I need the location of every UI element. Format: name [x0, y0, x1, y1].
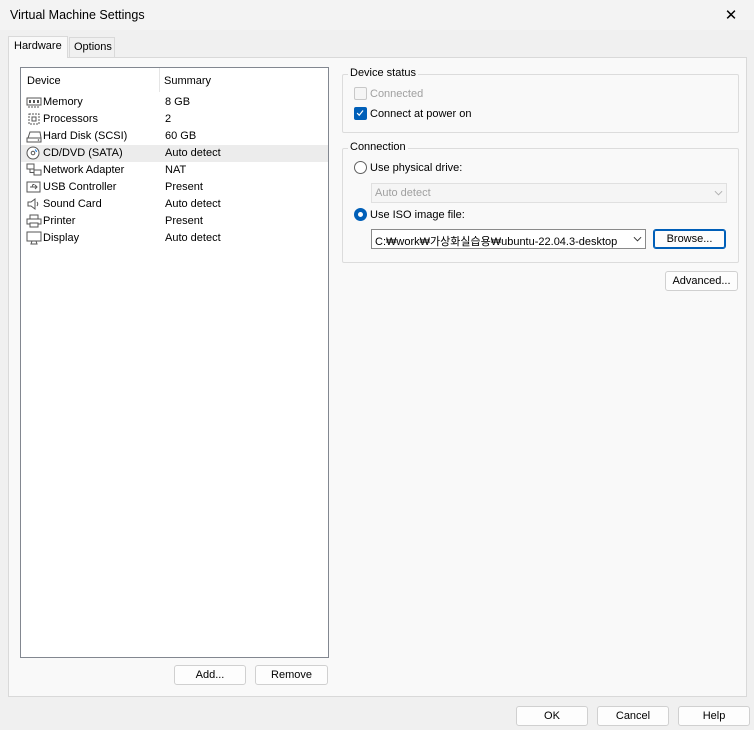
physical-drive-select[interactable]: Auto detect	[371, 183, 727, 203]
speaker-icon	[27, 198, 39, 210]
physical-drive-value: Auto detect	[375, 187, 431, 199]
device-row-printer[interactable]: Printer Present	[21, 213, 328, 230]
device-name: Network Adapter	[43, 164, 125, 176]
device-name: CD/DVD (SATA)	[43, 147, 123, 159]
iso-path-value: C:₩work₩가상화실습용₩ubuntu-22.04.3-desktop	[375, 236, 618, 248]
list-header: Device Summary	[21, 68, 328, 92]
device-summary: Auto detect	[165, 147, 221, 159]
device-row-cd-dvd[interactable]: CD/DVD (SATA) Auto detect	[21, 145, 328, 162]
device-name: Hard Disk (SCSI)	[43, 130, 128, 142]
tab-options[interactable]: Options	[69, 37, 115, 57]
column-separator[interactable]	[159, 68, 160, 92]
chevron-down-icon[interactable]	[629, 230, 645, 248]
printer-icon	[26, 214, 42, 228]
device-name: USB Controller	[43, 181, 117, 193]
cancel-button[interactable]: Cancel	[597, 706, 669, 726]
device-name: Printer	[43, 215, 76, 227]
advanced-button[interactable]: Advanced...	[665, 271, 738, 291]
connect-at-power-on-label[interactable]: Connect at power on	[370, 108, 472, 120]
device-name: Sound Card	[43, 198, 102, 210]
device-summary: 60 GB	[165, 130, 197, 142]
use-physical-drive-label[interactable]: Use physical drive:	[370, 162, 462, 174]
tab-hardware[interactable]: Hardware	[8, 36, 68, 58]
add-button[interactable]: Add...	[174, 665, 246, 685]
device-name: Processors	[43, 113, 99, 125]
usb-icon	[26, 181, 41, 193]
device-summary: Auto detect	[165, 198, 221, 210]
window-title: Virtual Machine Settings	[10, 8, 145, 22]
use-iso-image-label[interactable]: Use ISO image file:	[370, 209, 465, 221]
device-name: Memory	[43, 96, 83, 108]
device-summary: Present	[165, 215, 203, 227]
processor-icon	[28, 113, 40, 125]
use-physical-drive-radio[interactable]	[354, 161, 367, 174]
device-row-usb-controller[interactable]: USB Controller Present	[21, 179, 328, 196]
connected-label[interactable]: Connected	[370, 88, 423, 100]
connected-checkbox[interactable]	[354, 87, 367, 100]
device-summary: NAT	[165, 164, 187, 176]
browse-button[interactable]: Browse...	[653, 229, 726, 249]
ok-button[interactable]: OK	[516, 706, 588, 726]
column-header-summary[interactable]: Summary	[164, 75, 211, 87]
help-button[interactable]: Help	[678, 706, 750, 726]
connection-title: Connection	[348, 141, 408, 153]
hard-disk-icon	[26, 131, 42, 143]
monitor-icon	[26, 231, 42, 245]
close-button[interactable]: ✕	[708, 0, 754, 30]
remove-button[interactable]: Remove	[255, 665, 328, 685]
connect-at-power-on-checkbox[interactable]	[354, 107, 367, 120]
iso-path-combo[interactable]: C:₩work₩가상화실습용₩ubuntu-22.04.3-desktop	[371, 229, 646, 249]
device-row-processors[interactable]: Processors 2	[21, 111, 328, 128]
device-status-title: Device status	[348, 67, 419, 79]
cd-dvd-icon	[26, 146, 40, 160]
device-status-group	[342, 74, 739, 133]
use-iso-image-radio[interactable]	[354, 208, 367, 221]
device-summary: Present	[165, 181, 203, 193]
column-header-device[interactable]: Device	[27, 75, 61, 87]
network-adapter-icon	[26, 163, 42, 176]
device-name: Display	[43, 232, 80, 244]
title-bar: Virtual Machine Settings ✕	[0, 0, 754, 30]
device-row-hard-disk[interactable]: Hard Disk (SCSI) 60 GB	[21, 128, 328, 145]
device-row-network-adapter[interactable]: Network Adapter NAT	[21, 162, 328, 179]
checkmark-icon	[356, 110, 364, 117]
device-row-sound-card[interactable]: Sound Card Auto detect	[21, 196, 328, 213]
chevron-down-icon	[710, 184, 726, 202]
device-list[interactable]: Device Summary Memory 8 GB Processors 2	[20, 67, 329, 658]
device-row-memory[interactable]: Memory 8 GB	[21, 94, 328, 111]
device-rows: Memory 8 GB Processors 2 Hard Disk (SCSI…	[21, 94, 328, 247]
device-row-display[interactable]: Display Auto detect	[21, 230, 328, 247]
close-icon[interactable]: ✕	[725, 6, 738, 24]
device-summary: 2	[165, 113, 172, 125]
device-summary: Auto detect	[165, 232, 221, 244]
device-summary: 8 GB	[165, 96, 191, 108]
memory-icon	[26, 97, 42, 108]
